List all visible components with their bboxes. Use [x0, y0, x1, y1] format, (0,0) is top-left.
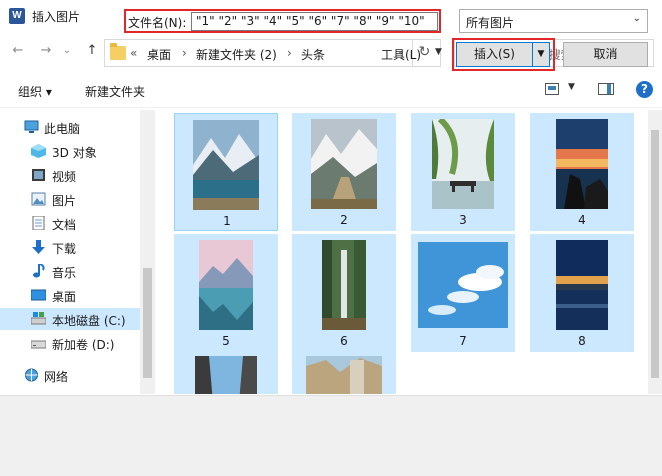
view-options-dropdown-icon[interactable]: ▼: [568, 82, 575, 92]
breadcrumb-toutiao[interactable]: 头条: [301, 46, 325, 63]
sidebar-scrollbar[interactable]: [140, 110, 155, 394]
sidebar-item-new-volume-d[interactable]: 新加卷 (D:): [0, 332, 140, 354]
file-item[interactable]: 8: [530, 234, 634, 352]
sidebar-scroll-thumb[interactable]: [143, 268, 152, 378]
file-name: 8: [578, 334, 586, 348]
breadcrumb-overflow[interactable]: «: [130, 46, 137, 60]
sidebar-item-label: 桌面: [52, 290, 77, 304]
help-icon[interactable]: ?: [636, 81, 653, 98]
sidebar-item-label: 音乐: [52, 266, 77, 280]
breadcrumb-separator[interactable]: ›: [182, 46, 187, 60]
sidebar-item-downloads[interactable]: 下载: [0, 236, 140, 258]
file-name: 7: [459, 334, 467, 348]
filename-input[interactable]: "1" "2" "3" "4" "5" "6" "7" "8" "9" "10": [191, 12, 438, 31]
sidebar-item-documents[interactable]: 文档: [0, 212, 140, 234]
file-item[interactable]: 4: [530, 113, 634, 231]
breadcrumb-new-folder-2[interactable]: 新建文件夹 (2): [196, 46, 277, 63]
file-item[interactable]: 2: [292, 113, 396, 231]
thumbnail-image: [195, 356, 257, 394]
music-icon: [33, 264, 45, 278]
sidebar-item-3d-objects[interactable]: 3D 对象: [0, 140, 140, 162]
back-arrow-icon[interactable]: ←: [8, 41, 28, 61]
file-item[interactable]: 10: [292, 350, 396, 394]
video-icon: [32, 169, 45, 181]
downloads-icon: [32, 240, 45, 254]
cancel-button[interactable]: 取消: [563, 42, 648, 67]
thumbnail-image: [199, 240, 253, 330]
thumbnail-image: [418, 242, 508, 328]
pictures-icon: [31, 192, 46, 206]
change-view-icon[interactable]: [545, 83, 559, 95]
thumbnail-image: [306, 356, 382, 394]
sidebar-item-label: 本地磁盘 (C:): [52, 314, 126, 328]
sidebar-item-label: 视频: [52, 170, 77, 184]
file-item[interactable]: 9: [174, 350, 278, 394]
sidebar-item-label: 图片: [52, 194, 77, 208]
documents-icon: [32, 216, 45, 230]
thumbnail-image: [193, 120, 259, 210]
sidebar-item-desktop[interactable]: 桌面: [0, 284, 140, 306]
file-name: 5: [222, 334, 230, 348]
breadcrumb-separator[interactable]: ›: [287, 46, 292, 60]
sidebar-item-label: 下载: [52, 242, 77, 256]
breadcrumb-desktop[interactable]: 桌面: [147, 46, 171, 63]
navigation-pane: 此电脑 3D 对象 视频 图片 文档 下载 音乐 桌面 本地磁盘 (C:) 新加…: [0, 110, 155, 394]
file-list-scroll-thumb[interactable]: [651, 130, 659, 378]
thumbnail-image: [311, 119, 377, 209]
local-disk-icon: [31, 312, 46, 325]
thumbnail-image: [556, 119, 608, 209]
thumbnail-image: [432, 119, 494, 209]
file-type-select[interactable]: 所有图片 ⌄: [459, 9, 648, 33]
file-list: 1 2 3 4 5 6 7 8: [164, 110, 647, 394]
file-item[interactable]: 7: [411, 234, 515, 352]
recent-locations-dropdown-icon[interactable]: ⌄: [60, 41, 74, 61]
sidebar-item-label: 3D 对象: [52, 146, 97, 160]
file-list-scrollbar[interactable]: [648, 110, 662, 394]
file-item[interactable]: 3: [411, 113, 515, 231]
sidebar-item-label: 此电脑: [44, 122, 81, 136]
3d-objects-icon: [31, 144, 46, 158]
new-folder-button[interactable]: 新建文件夹: [85, 83, 145, 100]
file-name: 3: [459, 213, 467, 227]
file-name: 4: [578, 213, 586, 227]
thumbnail-image: [556, 240, 608, 330]
sidebar-item-label: 网络: [44, 370, 69, 384]
up-arrow-icon[interactable]: ↑: [82, 41, 102, 61]
drive-icon: [31, 340, 46, 349]
sidebar-item-music[interactable]: 音乐: [0, 260, 140, 282]
file-name: 6: [340, 334, 348, 348]
insert-button[interactable]: 插入(S): [456, 42, 533, 67]
network-icon: [25, 368, 38, 382]
dialog-footer: [0, 395, 662, 476]
file-item[interactable]: 5: [174, 234, 278, 352]
desktop-icon: [31, 289, 46, 301]
sidebar-item-network[interactable]: 网络: [0, 364, 140, 386]
organize-menu[interactable]: 组织 ▾: [18, 83, 52, 100]
sidebar-item-videos[interactable]: 视频: [0, 164, 140, 186]
file-item[interactable]: 6: [292, 234, 396, 352]
computer-icon: [24, 120, 39, 133]
folder-icon: [110, 43, 126, 60]
chevron-down-icon: ⌄: [632, 13, 641, 24]
sidebar-item-this-pc[interactable]: 此电脑: [0, 116, 140, 138]
filename-label: 文件名(N):: [128, 16, 187, 30]
file-name: 2: [340, 213, 348, 227]
sidebar-item-label: 新加卷 (D:): [52, 338, 115, 352]
command-toolbar: 组织 ▾ 新建文件夹 ▼ ?: [0, 72, 662, 108]
preview-pane-icon[interactable]: [598, 83, 614, 95]
sidebar-item-local-disk-c[interactable]: 本地磁盘 (C:): [0, 308, 140, 330]
word-app-icon: W: [9, 8, 25, 24]
forward-arrow-icon[interactable]: →: [36, 41, 56, 61]
thumbnail-image: [322, 240, 366, 330]
file-item[interactable]: 1: [174, 113, 278, 231]
tools-menu[interactable]: 工具(L): [381, 46, 421, 63]
window-title: 插入图片: [32, 10, 81, 24]
sidebar-item-label: 文档: [52, 218, 77, 232]
tools-dropdown-icon[interactable]: ▼: [435, 47, 442, 57]
sidebar-item-pictures[interactable]: 图片: [0, 188, 140, 210]
insert-options-dropdown-icon[interactable]: ▼: [532, 42, 550, 67]
file-type-value: 所有图片: [466, 16, 515, 30]
file-name: 1: [223, 214, 231, 228]
